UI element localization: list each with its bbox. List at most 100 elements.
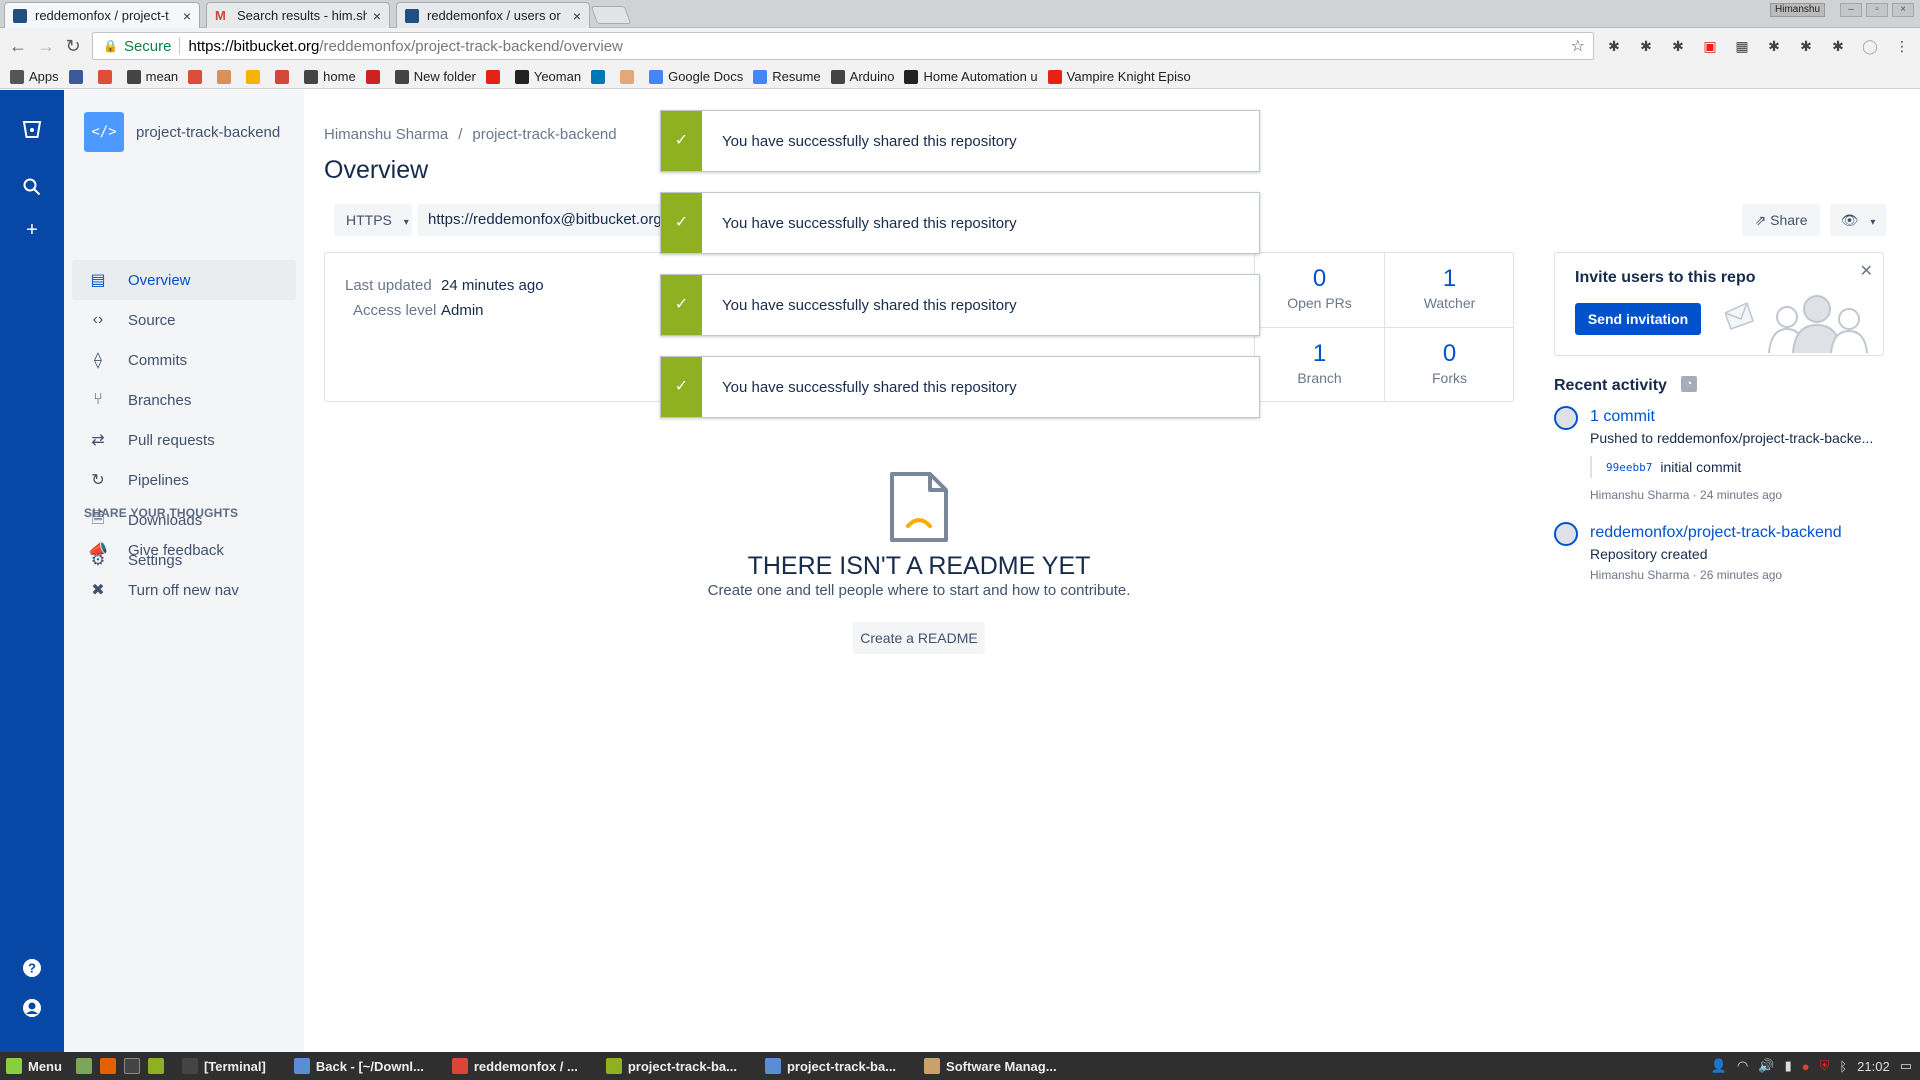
notifications-icon[interactable]: ▭ [1900, 1058, 1912, 1074]
files-launcher-icon[interactable] [147, 1058, 164, 1074]
bookmark-item[interactable]: home [304, 69, 356, 84]
bookmark-item[interactable]: mean [126, 69, 178, 84]
taskbar-window-button[interactable]: Software Manag... [924, 1058, 1057, 1074]
send-invitation-button[interactable]: Send invitation [1575, 303, 1701, 335]
taskbar-window-button[interactable]: Back - [~/Downl... [293, 1058, 424, 1074]
extension-grid-icon[interactable]: ▦ [1734, 38, 1750, 54]
search-icon[interactable] [20, 178, 44, 202]
user-tray-icon[interactable]: 👤 [1711, 1058, 1727, 1074]
sidebar-item-source[interactable]: ‹› Source [72, 300, 296, 340]
clock[interactable]: 21:02 [1857, 1059, 1890, 1074]
close-tab-icon[interactable]: × [373, 8, 381, 24]
clone-protocol-dropdown[interactable]: HTTPS ▾ [334, 204, 412, 236]
sidebar-item-branches[interactable]: ⑂ Branches [72, 380, 296, 420]
taskbar-window-button[interactable]: project-track-ba... [605, 1058, 737, 1074]
sidebar-item-overview[interactable]: ▤ Overview [72, 260, 296, 300]
stat-branches[interactable]: 1 Branch [1254, 327, 1384, 402]
activity-commit-link[interactable]: 1 commit [1590, 408, 1655, 426]
browser-tab-bitbucket-overview[interactable]: reddemonfox / project-t × [4, 2, 200, 28]
activity-repo-link[interactable]: reddemonfox/project-track-backend [1590, 524, 1842, 542]
success-toast[interactable]: ✓ You have successfully shared this repo… [660, 356, 1260, 418]
bookmark-item[interactable] [365, 69, 385, 84]
bookmark-item[interactable] [275, 69, 294, 84]
commit-row[interactable]: 99eebb7 initial commit [1590, 456, 1741, 478]
sidebar-item-pipelines[interactable]: ↻ Pipelines [72, 460, 296, 500]
extension-record-icon[interactable]: ▣ [1702, 38, 1718, 54]
minimize-window-button[interactable]: – [1840, 3, 1862, 17]
sidebar-item-give-feedback[interactable]: 📣 Give feedback [72, 530, 296, 570]
breadcrumb-repo[interactable]: project-track-backend [472, 126, 616, 143]
commit-hash[interactable]: 99eebb7 [1606, 461, 1652, 474]
create-readme-button[interactable]: Create a README [853, 622, 985, 654]
volume-icon[interactable]: 🔊 [1758, 1058, 1774, 1074]
extension-puzzle-icon[interactable]: ✱ [1830, 38, 1846, 54]
success-toast[interactable]: ✓ You have successfully shared this repo… [660, 274, 1260, 336]
sidebar-item-commits[interactable]: ⟠ Commits [72, 340, 296, 380]
bookmark-item[interactable]: Vampire Knight Episo [1047, 69, 1191, 84]
rss-feed-icon[interactable]: ◔ [1681, 376, 1697, 392]
bookmark-item[interactable] [188, 69, 207, 84]
bookmark-item[interactable]: Yeoman [514, 69, 581, 84]
repo-header[interactable]: </> project-track-backend [84, 112, 280, 152]
close-tab-icon[interactable]: × [573, 8, 581, 24]
taskbar-window-button[interactable]: [Terminal] [181, 1058, 266, 1074]
sidebar-item-pull-requests[interactable]: ⇄ Pull requests [72, 420, 296, 460]
forward-arrow-icon[interactable]: → [36, 36, 56, 56]
user-avatar-icon[interactable] [20, 998, 44, 1022]
bookmark-item[interactable]: New folder [394, 69, 476, 84]
extension-puzzle-icon[interactable]: ✱ [1766, 38, 1782, 54]
bookmark-item[interactable] [246, 69, 265, 84]
browser-tab-bitbucket-users[interactable]: reddemonfox / users or × [396, 2, 590, 28]
reload-icon[interactable]: ↻ [63, 36, 83, 56]
stat-watchers[interactable]: 1 Watcher [1384, 253, 1514, 328]
share-button[interactable]: ⇗ Share [1742, 204, 1820, 236]
bookmark-star-icon[interactable]: ☆ [1571, 36, 1585, 56]
bookmark-item[interactable]: Resume [753, 69, 821, 84]
profile-name[interactable]: Himanshu [1770, 3, 1826, 17]
stat-forks[interactable]: 0 Forks [1384, 327, 1514, 402]
bookmark-item[interactable] [68, 69, 88, 84]
extension-puzzle-icon[interactable]: ✱ [1606, 38, 1622, 54]
user-avatar[interactable] [1554, 406, 1578, 430]
bookmark-item[interactable] [620, 69, 639, 84]
close-window-button[interactable]: × [1892, 3, 1914, 17]
address-bar[interactable]: 🔒 Secure https://bitbucket.org /reddemon… [92, 32, 1594, 60]
page-scrollbar[interactable] [1906, 90, 1920, 1052]
browser-tab-gmail[interactable]: M Search results - him.sha × [206, 2, 390, 28]
extension-puzzle-icon[interactable]: ✱ [1670, 38, 1686, 54]
bookmark-item[interactable]: Google Docs [649, 69, 743, 84]
success-toast[interactable]: ✓ You have successfully shared this repo… [660, 110, 1260, 172]
close-icon[interactable]: ✕ [1860, 261, 1873, 281]
terminal-launcher-icon[interactable] [123, 1058, 140, 1074]
show-desktop-icon[interactable] [75, 1058, 92, 1074]
firefox-launcher-icon[interactable] [99, 1058, 116, 1074]
bookmark-item[interactable]: Arduino [830, 69, 894, 84]
bookmark-item[interactable]: Home Automation u [904, 69, 1038, 84]
bookmark-item[interactable]: Apps [10, 69, 59, 84]
user-avatar[interactable] [1554, 522, 1578, 546]
bookmark-item[interactable] [217, 69, 236, 84]
bookmark-item[interactable] [485, 69, 505, 84]
back-arrow-icon[interactable]: ← [8, 36, 28, 56]
success-toast[interactable]: ✓ You have successfully shared this repo… [660, 192, 1260, 254]
extension-circle-icon[interactable]: ◯ [1862, 38, 1878, 54]
clone-url-field[interactable]: https://reddemonfox@bitbucket.org [418, 204, 668, 236]
taskbar-window-button[interactable]: reddemonfox / ... [451, 1058, 578, 1074]
extension-puzzle-icon[interactable]: ✱ [1798, 38, 1814, 54]
chrome-menu-icon[interactable]: ⋮ [1894, 38, 1910, 54]
extension-puzzle-icon[interactable]: ✱ [1638, 38, 1654, 54]
watch-button[interactable]: 👁 ▾ [1830, 204, 1886, 236]
bluetooth-icon[interactable]: ᛒ [1839, 1059, 1847, 1074]
create-plus-icon[interactable]: + [20, 218, 44, 242]
bookmark-item[interactable] [97, 69, 117, 84]
chrome-tray-icon[interactable]: ● [1802, 1059, 1810, 1074]
breadcrumb-owner[interactable]: Himanshu Sharma [324, 126, 448, 143]
battery-icon[interactable]: ▮ [1785, 1058, 1792, 1074]
maximize-window-button[interactable]: ▫ [1866, 3, 1888, 17]
sidebar-item-turn-off-new-nav[interactable]: ✖ Turn off new nav [72, 570, 296, 610]
stat-open-prs[interactable]: 0 Open PRs [1254, 253, 1384, 328]
shield-icon[interactable]: ⛨ [1820, 1058, 1830, 1074]
close-tab-icon[interactable]: × [183, 8, 191, 24]
bitbucket-logo-icon[interactable] [20, 120, 44, 144]
help-icon[interactable]: ? [20, 958, 44, 982]
